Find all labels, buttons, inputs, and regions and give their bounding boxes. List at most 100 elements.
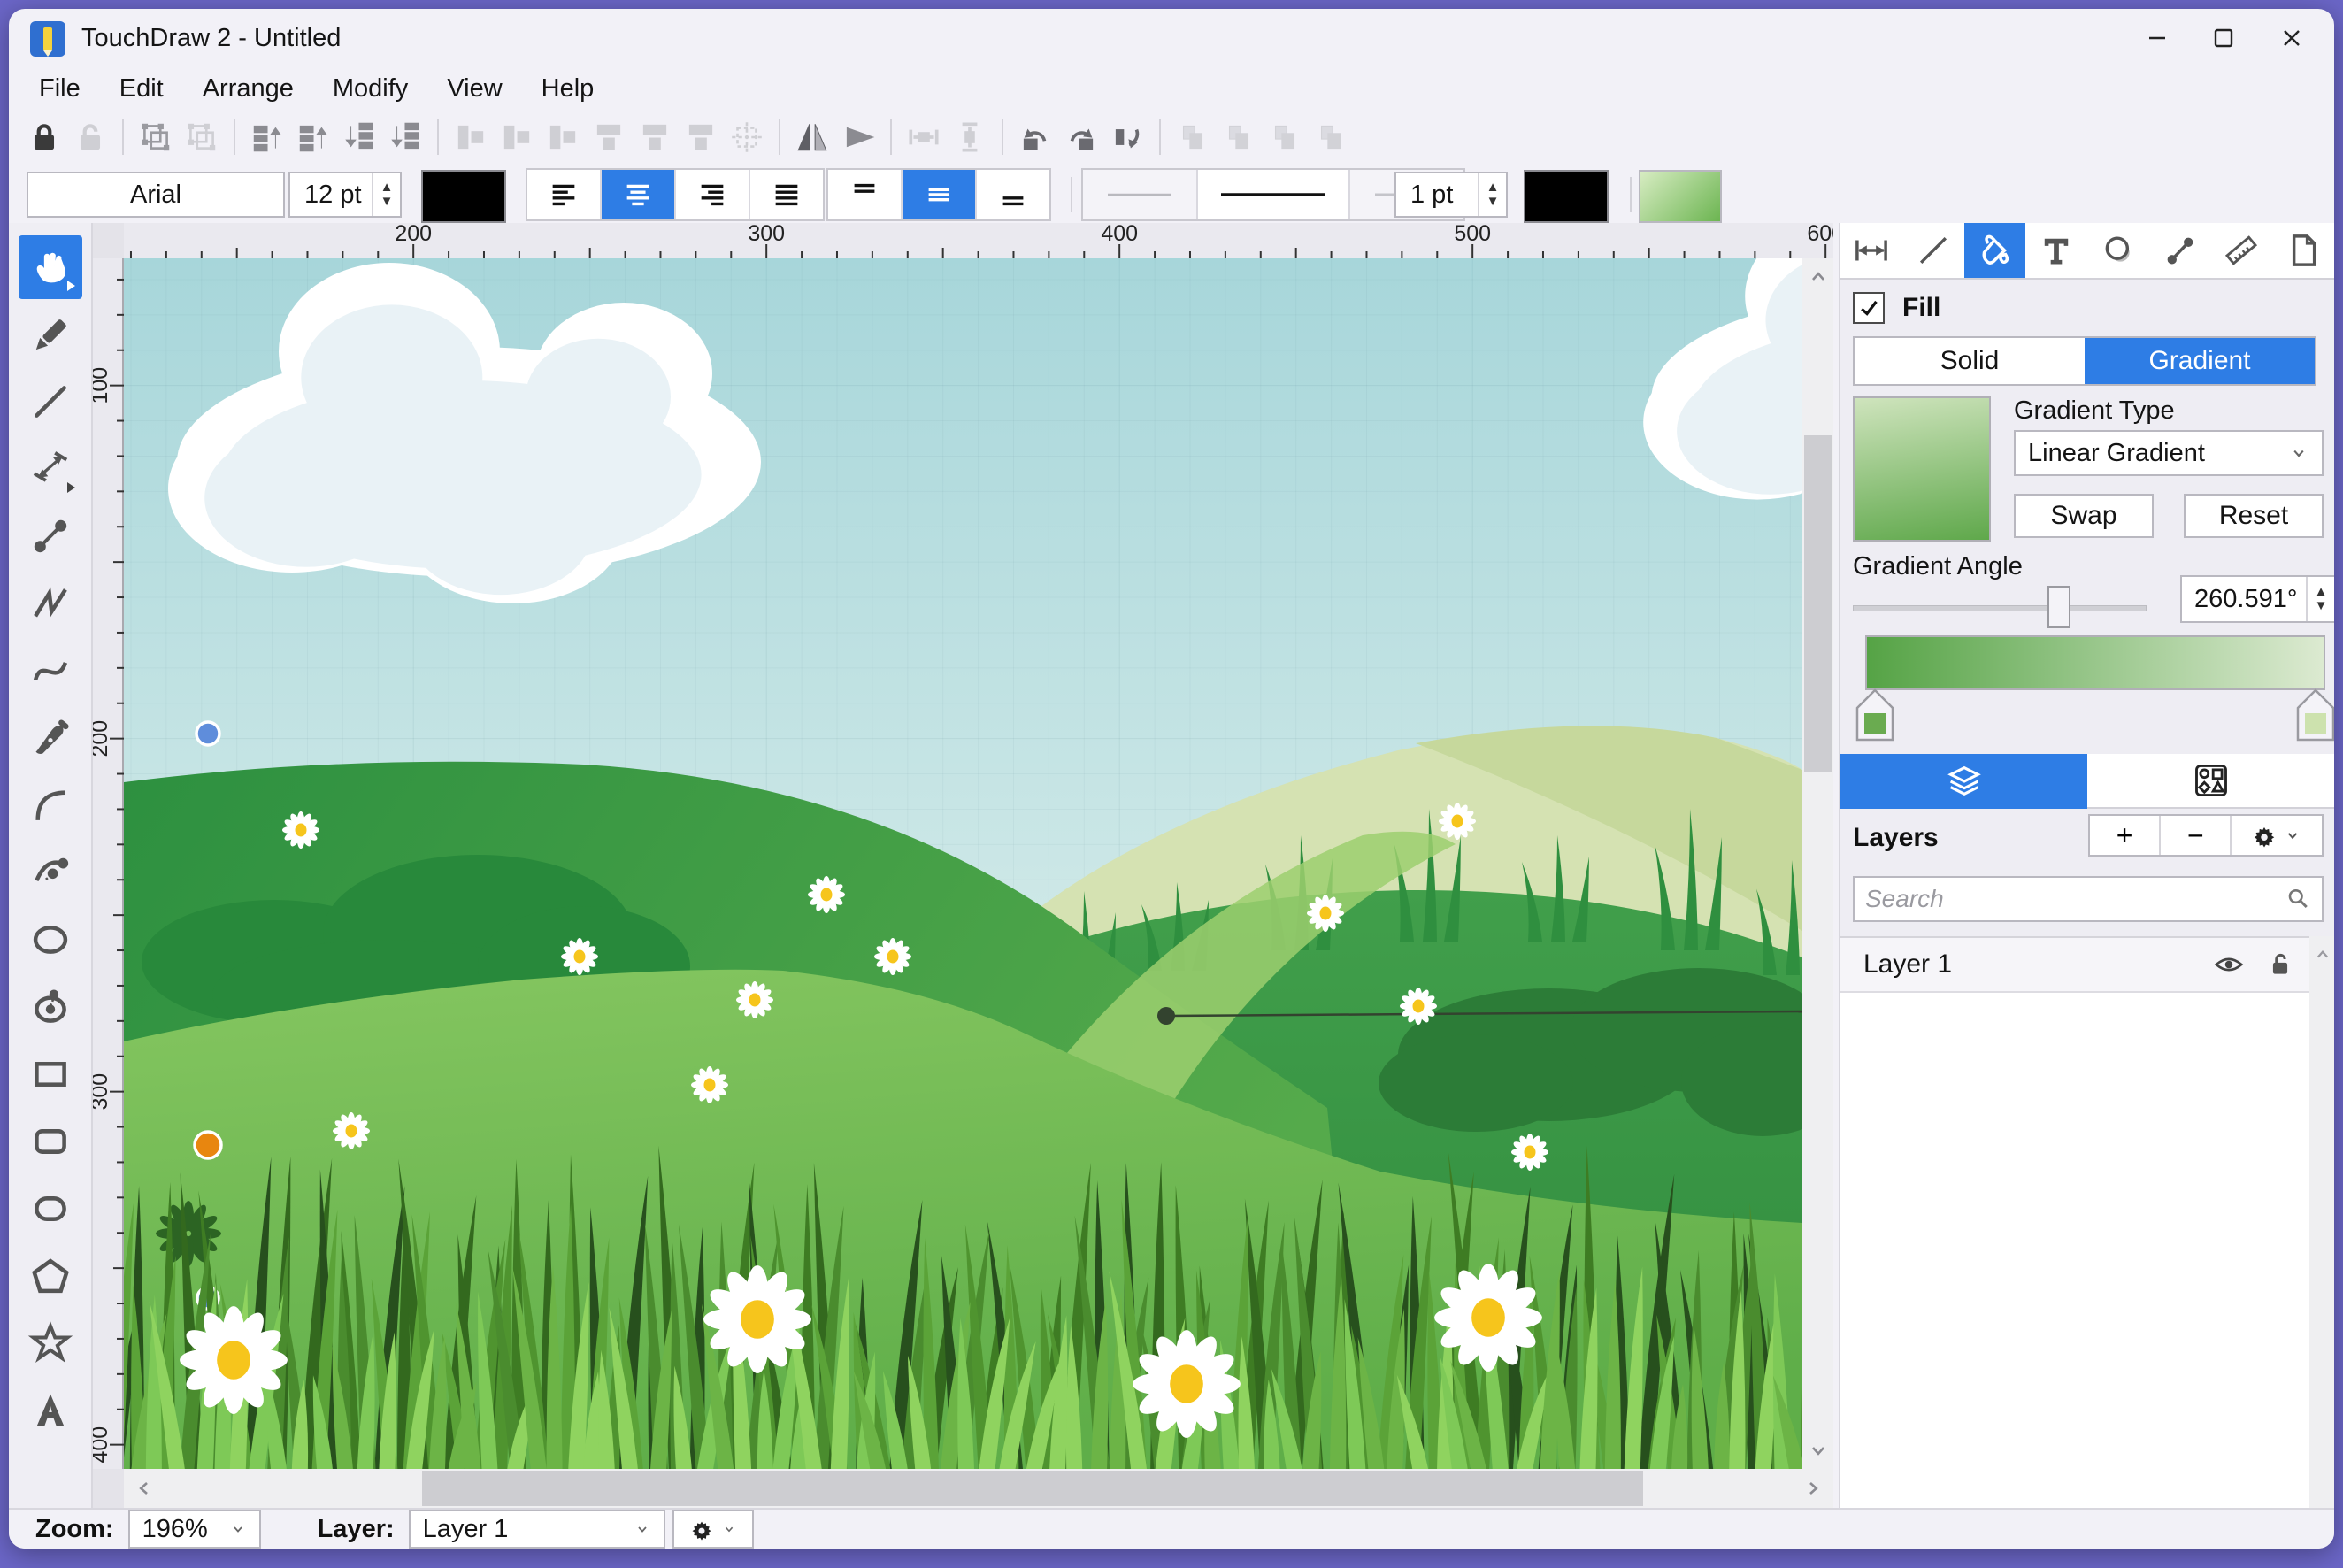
tool-pen[interactable] <box>19 706 82 770</box>
send-backward-button[interactable] <box>337 116 381 158</box>
text-valign-middle-button[interactable] <box>903 170 977 219</box>
handle-dot-orange[interactable] <box>193 1130 223 1160</box>
tool-arc-point[interactable] <box>19 841 82 904</box>
close-button[interactable] <box>2265 16 2318 60</box>
inspector-tab-ruler[interactable] <box>2211 223 2273 278</box>
ungroup-button[interactable] <box>180 116 224 158</box>
fill-mode-solid[interactable]: Solid <box>1855 338 2085 384</box>
tool-dimension[interactable] <box>19 437 82 501</box>
text-align-center-button[interactable] <box>602 170 676 219</box>
lock-button[interactable] <box>22 116 66 158</box>
vertical-scrollbar[interactable] <box>1802 258 1833 1469</box>
align-right-button[interactable] <box>541 116 585 158</box>
align-left-button[interactable] <box>449 116 493 158</box>
remove-layer-button[interactable]: − <box>2161 816 2232 855</box>
tool-line[interactable] <box>19 370 82 434</box>
align-bottom-button[interactable] <box>679 116 723 158</box>
swap-button[interactable]: Swap <box>2014 494 2154 538</box>
unlock-button[interactable] <box>68 116 112 158</box>
maximize-button[interactable] <box>2197 16 2250 60</box>
stroke-style-solid[interactable] <box>1198 170 1350 219</box>
scroll-right-icon[interactable] <box>1800 1469 1826 1508</box>
pickup-style-button[interactable] <box>1171 116 1215 158</box>
align-top-button[interactable] <box>587 116 631 158</box>
align-middle-button[interactable] <box>633 116 677 158</box>
slider-handle[interactable] <box>2047 586 2071 628</box>
send-to-back-button[interactable] <box>383 116 427 158</box>
connector-endpoint[interactable] <box>1157 1007 1175 1025</box>
menu-modify[interactable]: Modify <box>313 71 427 107</box>
align-center-button[interactable] <box>495 116 539 158</box>
rotate-90-button[interactable] <box>1105 116 1149 158</box>
layer-row[interactable]: Layer 1 <box>1840 938 2309 993</box>
gradient-angle-slider[interactable] <box>1853 584 2147 630</box>
scroll-left-icon[interactable] <box>131 1469 157 1508</box>
text-align-left-button[interactable] <box>527 170 602 219</box>
add-layer-button[interactable]: + <box>2090 816 2162 855</box>
gradient-angle-spin-buttons[interactable]: ▲ ▼ <box>2306 577 2334 621</box>
stroke-style-thin[interactable] <box>1083 170 1198 219</box>
inspector-tab-stroke[interactable] <box>1902 223 1964 278</box>
font-family-select[interactable]: Arial <box>27 172 285 218</box>
gradient-bar[interactable] <box>1865 635 2325 690</box>
scroll-up-icon[interactable] <box>2311 943 2334 966</box>
stroke-width-stepper[interactable]: 1 pt ▲ ▼ <box>1394 172 1508 218</box>
rotate-right-button[interactable] <box>1059 116 1103 158</box>
tool-rect[interactable] <box>19 1042 82 1106</box>
tab-layers[interactable] <box>1840 754 2087 809</box>
font-size-spin-buttons[interactable]: ▲ ▼ <box>372 173 400 216</box>
minimize-button[interactable] <box>2131 16 2184 60</box>
bring-to-front-button[interactable] <box>245 116 289 158</box>
vertical-scrollbar-thumb[interactable] <box>1804 435 1832 772</box>
layer-options-button[interactable] <box>672 1510 754 1549</box>
group-button[interactable] <box>134 116 178 158</box>
apply-style-button[interactable] <box>1217 116 1261 158</box>
menu-file[interactable]: File <box>19 71 100 107</box>
tool-squircle[interactable] <box>19 1177 82 1241</box>
tool-pencil[interactable] <box>19 303 82 366</box>
tool-ellipse[interactable] <box>19 908 82 972</box>
tool-text[interactable] <box>19 1379 82 1442</box>
bring-forward-button[interactable] <box>291 116 335 158</box>
layer-list-scrollbar[interactable] <box>2309 936 2334 1508</box>
layer-visibility-icon[interactable] <box>2212 948 2246 981</box>
menu-edit[interactable]: Edit <box>100 71 183 107</box>
rotate-left-button[interactable] <box>1013 116 1057 158</box>
tool-star[interactable] <box>19 1311 82 1375</box>
gradient-type-select[interactable]: Linear Gradient <box>2014 430 2324 476</box>
pickup-geometry-button[interactable] <box>1263 116 1307 158</box>
text-align-justify-button[interactable] <box>750 170 823 219</box>
tool-select[interactable] <box>18 235 82 299</box>
align-canvas-button[interactable] <box>725 116 769 158</box>
fill-style-swatch[interactable] <box>1639 170 1722 223</box>
inspector-tab-shadow[interactable] <box>2087 223 2149 278</box>
layer-search-field[interactable]: Search <box>1853 876 2324 922</box>
inspector-tab-page[interactable] <box>2272 223 2334 278</box>
font-size-stepper[interactable]: 12 pt ▲ ▼ <box>288 172 402 218</box>
menu-arrange[interactable]: Arrange <box>183 71 313 107</box>
tool-curve[interactable] <box>19 639 82 703</box>
inspector-tab-dimension[interactable] <box>1840 223 1902 278</box>
fill-checkbox[interactable] <box>1853 292 1885 324</box>
inspector-tab-connector[interactable] <box>2149 223 2211 278</box>
tool-arc[interactable] <box>19 773 82 837</box>
tool-connector[interactable] <box>19 504 82 568</box>
scroll-up-icon[interactable] <box>1802 264 1833 290</box>
menu-view[interactable]: View <box>427 71 521 107</box>
horizontal-scrollbar-thumb[interactable] <box>422 1471 1643 1506</box>
same-width-button[interactable] <box>902 116 946 158</box>
tab-shape-library[interactable] <box>2087 754 2334 809</box>
inspector-tab-text[interactable] <box>2025 223 2087 278</box>
gradient-angle-stepper[interactable]: 260.591° ▲ ▼ <box>2180 575 2334 623</box>
flip-vertical-button[interactable] <box>836 116 880 158</box>
tool-polygon[interactable] <box>19 1244 82 1308</box>
text-valign-bottom-button[interactable] <box>977 170 1049 219</box>
stroke-width-spin-buttons[interactable]: ▲ ▼ <box>1478 173 1506 216</box>
tool-ellipse-center[interactable] <box>19 975 82 1039</box>
menu-help[interactable]: Help <box>522 71 614 107</box>
drawing-canvas[interactable] <box>124 258 1802 1469</box>
handle-dot-blue[interactable] <box>195 720 221 747</box>
tool-rounded-rect[interactable] <box>19 1110 82 1173</box>
horizontal-scrollbar[interactable] <box>124 1469 1833 1508</box>
gradient-stop-end[interactable] <box>2285 687 2334 745</box>
